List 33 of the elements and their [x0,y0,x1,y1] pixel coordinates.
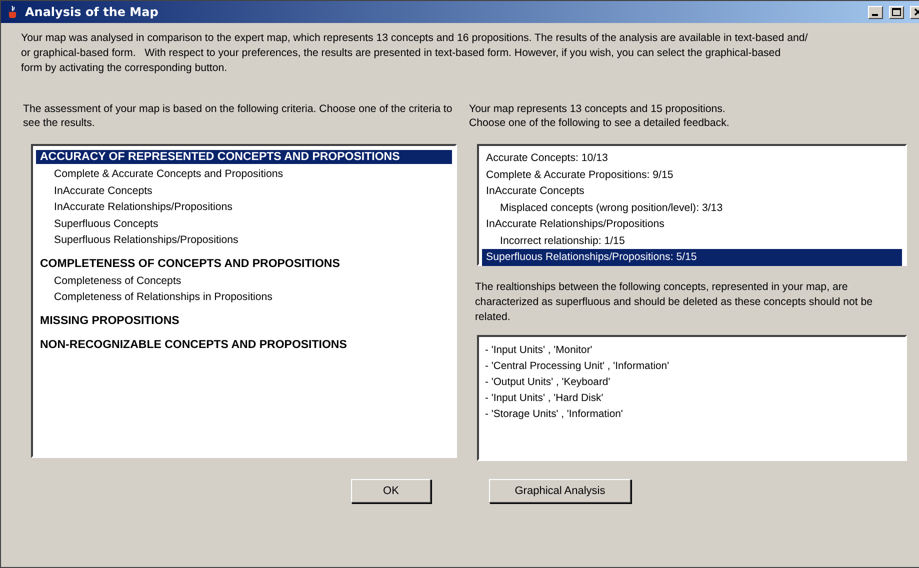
details-line: - 'Input Units' , 'Monitor' [485,344,594,358]
feedback-caption: Your map represents 13 concepts and 15 propositions. Choose one of the following to see a detailed feedback. [469,102,730,130]
window-title: Analysis of the Map [25,5,160,19]
minimize-icon[interactable] [868,6,883,18]
details-line: - 'Output Units' , 'Keyboard' [485,376,612,390]
list-item[interactable]: Completeness of Relationships in Propositions [36,289,452,306]
criterion-heading[interactable]: MISSING PROPOSITIONS [36,314,452,328]
details-line: - 'Central Processing Unit' , 'Information' [485,360,670,374]
list-item[interactable]: Superfluous Relationships/Propositions: 5/15 [482,249,902,266]
list-item[interactable]: Incorrect relationship: 1/15 [482,232,902,249]
details-line: - 'Input Units' , 'Hard Disk' [485,392,604,406]
list-item[interactable]: InAccurate Concepts [36,182,452,199]
criteria-caption: The assessment of your map is based on the following criteria. Choose one of the criteria to see the results. [23,102,454,130]
list-item[interactable]: InAccurate Relationships/Propositions [36,199,452,216]
list-item[interactable]: Complete & Accurate Propositions: 9/15 [482,166,902,183]
list-item[interactable]: Completeness of Concepts [36,272,452,289]
details-caption: The realtionships between the following concepts, represented in your map, are characterized as superfluous and should be deleted as these concepts should not be related. [475,280,874,325]
criterion-heading[interactable]: NON-RECOGNIZABLE CONCEPTS AND PROPOSITIONS [36,338,452,352]
list-item[interactable]: Complete & Accurate Concepts and Propositions [36,166,452,182]
list-item[interactable]: Accurate Concepts: 10/13 [482,150,902,166]
list-item[interactable]: InAccurate Concepts [482,183,902,200]
intro-text: Your map was analysed in comparison to the expert map, which represents 13 concepts and 16 propositions. The results of the analysis are available in text-based and/ or graphical-based form. With respect to your preferences, the results are presented in text-based form. However, if you wish, you can select the graphical-based form by activating the corresponding button. [21,31,809,76]
list-item[interactable]: Superfluous Concepts [36,216,452,232]
list-item[interactable]: Superfluous Relationships/Propositions [36,232,452,248]
maximize-icon[interactable] [889,6,904,18]
list-item[interactable]: Misplaced concepts (wrong position/level): 3/13 [482,200,902,216]
criterion-heading[interactable]: ACCURACY OF REPRESENTED CONCEPTS AND PROPOSITIONS [36,150,452,164]
cup-icon [7,5,19,19]
graphical-analysis-button[interactable]: Graphical Analysis [489,479,631,503]
criterion-heading[interactable]: COMPLETENESS OF CONCEPTS AND PROPOSITIONS [36,256,452,270]
ok-button[interactable]: OK [351,479,431,503]
details-line: - 'Storage Units' , 'Information' [485,408,624,422]
list-item[interactable]: InAccurate Relationships/Propositions [482,216,902,232]
